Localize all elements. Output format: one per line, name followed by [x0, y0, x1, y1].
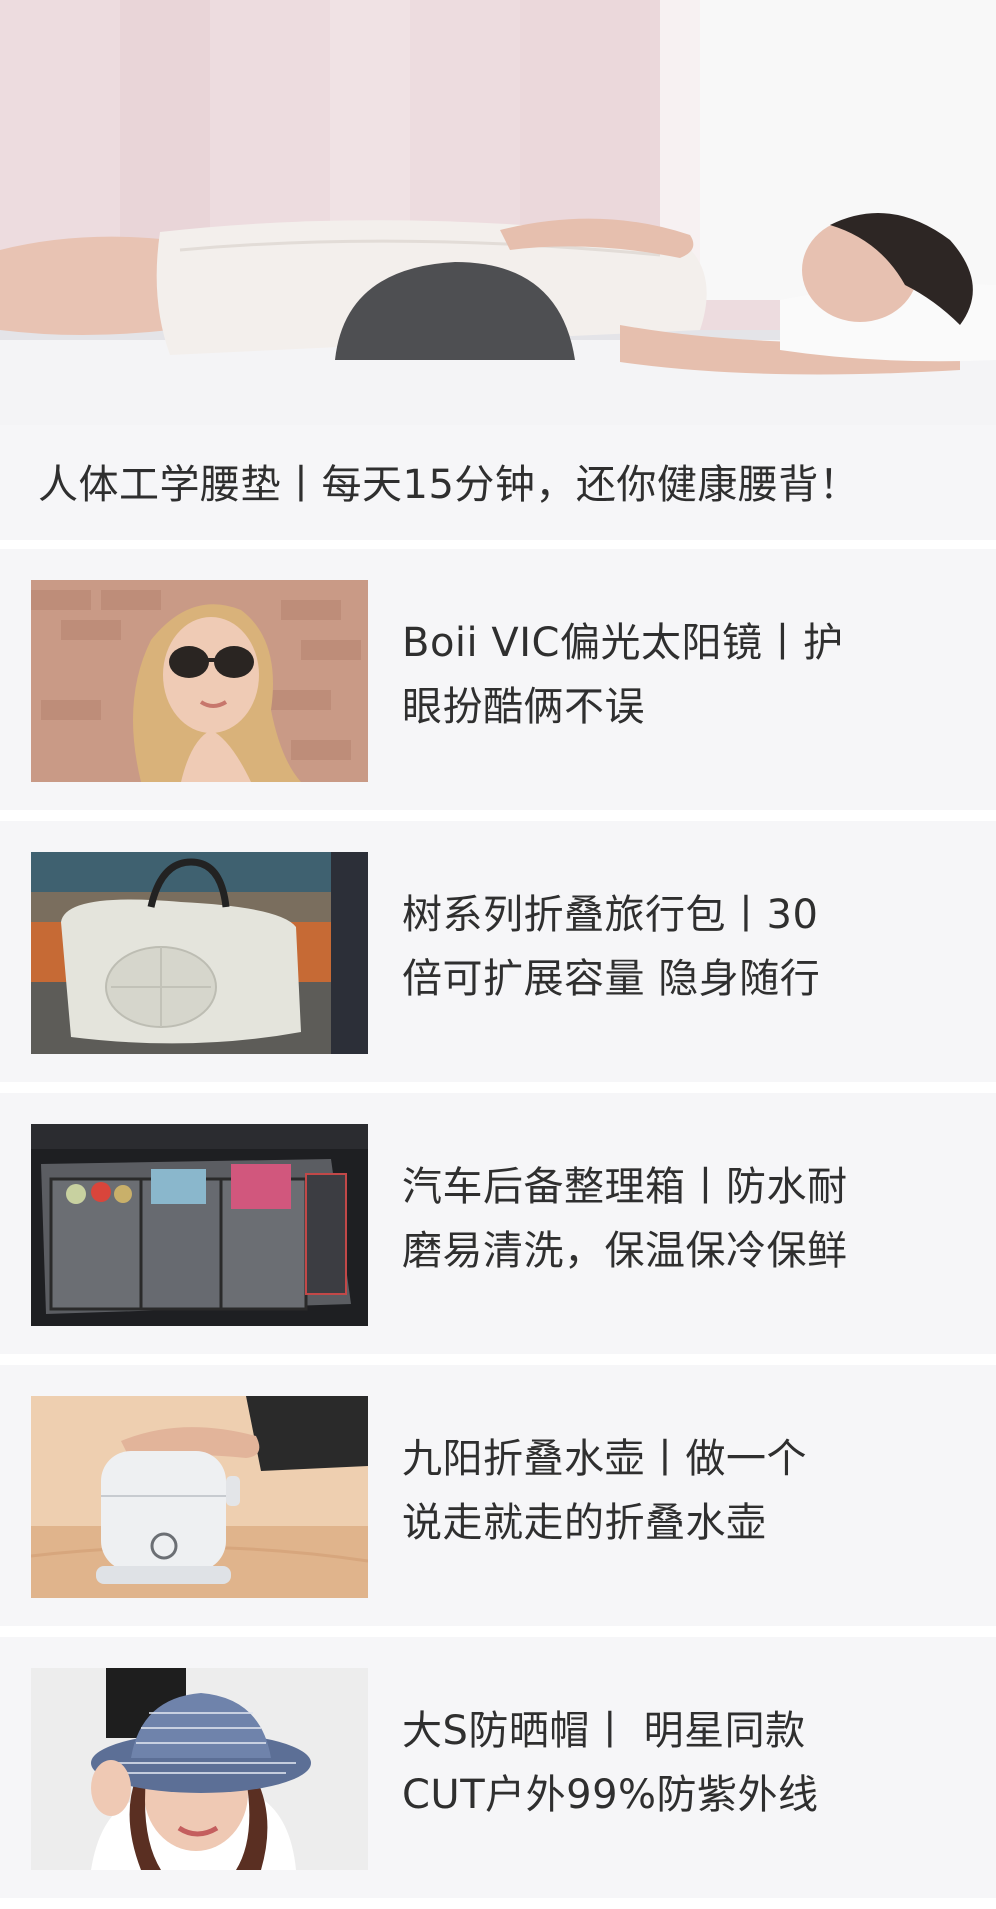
article-title-line: 说走就走的折叠水壶: [402, 1500, 767, 1546]
article-title: 九阳折叠水壶丨做一个 说走就走的折叠水壶: [402, 1427, 922, 1555]
article-thumbnail: [31, 1668, 368, 1870]
article-thumbnail: [31, 580, 368, 782]
hero-image-illustration: [0, 0, 996, 425]
article-title-line: 汽车后备整理箱丨防水耐: [402, 1164, 848, 1210]
article-title-line: 磨易清洗，保温保冷保鲜: [402, 1228, 848, 1274]
article-title-line: Boii VIC偏光太阳镜丨护: [402, 620, 844, 666]
list-item[interactable]: 汽车后备整理箱丨防水耐 磨易清洗，保温保冷保鲜: [0, 1093, 996, 1354]
article-thumbnail: [31, 1396, 368, 1598]
article-title-line: 眼扮酷俩不误: [402, 684, 645, 730]
list-item[interactable]: 大S防晒帽丨 明星同款 CUT户外99%防紫外线: [0, 1637, 996, 1898]
trunk-organizer-illustration: [31, 1124, 368, 1326]
hero-image: [0, 0, 996, 425]
list-item[interactable]: Boii VIC偏光太阳镜丨护 眼扮酷俩不误: [0, 549, 996, 810]
article-title-line: 九阳折叠水壶丨做一个: [402, 1436, 807, 1482]
article-title-line: CUT户外99%防紫外线: [402, 1772, 819, 1818]
list-item[interactable]: 树系列折叠旅行包丨30 倍可扩展容量 隐身随行: [0, 821, 996, 1082]
article-list: Boii VIC偏光太阳镜丨护 眼扮酷俩不误 树系列折叠旅行包丨30 倍可扩展容…: [0, 549, 996, 1909]
article-thumbnail: [31, 1124, 368, 1326]
article-title: 大S防晒帽丨 明星同款 CUT户外99%防紫外线: [402, 1699, 922, 1827]
article-title-line: 树系列折叠旅行包丨30: [402, 892, 819, 938]
travel-bag-illustration: [31, 852, 368, 1054]
sun-hat-woman-illustration: [31, 1668, 368, 1870]
article-title-line: 倍可扩展容量 隐身随行: [402, 956, 821, 1002]
hero-title: 人体工学腰垫丨每天15分钟，还你健康腰背！: [38, 462, 860, 508]
article-title: 树系列折叠旅行包丨30 倍可扩展容量 隐身随行: [402, 883, 922, 1011]
list-item[interactable]: 九阳折叠水壶丨做一个 说走就走的折叠水壶: [0, 1365, 996, 1626]
folding-kettle-illustration: [31, 1396, 368, 1598]
article-feed-page: 人体工学腰垫丨每天15分钟，还你健康腰背！ Boii VIC偏光太阳镜丨护 眼扮…: [0, 0, 996, 1898]
sunglasses-woman-illustration: [31, 580, 368, 782]
hero-article[interactable]: 人体工学腰垫丨每天15分钟，还你健康腰背！: [0, 0, 996, 540]
article-title-line: 大S防晒帽丨 明星同款: [402, 1708, 806, 1754]
article-title: Boii VIC偏光太阳镜丨护 眼扮酷俩不误: [402, 611, 922, 739]
article-thumbnail: [31, 852, 368, 1054]
article-title: 汽车后备整理箱丨防水耐 磨易清洗，保温保冷保鲜: [402, 1155, 922, 1283]
